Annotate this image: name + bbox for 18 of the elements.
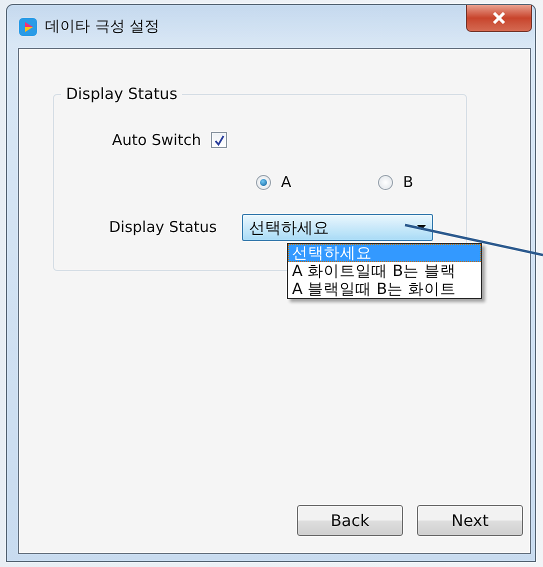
radio-label: B [403, 172, 414, 193]
window-title: 데이타 극성 설정 [45, 16, 160, 38]
dropdown-option[interactable]: A 화이트일때 B는 블랙 [288, 262, 481, 280]
radio-label: A [281, 172, 292, 193]
next-button[interactable]: Next [417, 505, 523, 536]
display-status-dropdown[interactable]: 선택하세요 [242, 214, 433, 241]
radio-button[interactable] [256, 174, 271, 190]
close-icon [492, 12, 506, 24]
app-icon [19, 18, 37, 36]
auto-switch-label: Auto Switch [112, 130, 202, 151]
auto-switch-checkbox[interactable] [211, 132, 228, 148]
group-title: Display Status [61, 84, 182, 104]
display-status-label: Display Status [109, 217, 217, 238]
dropdown-option[interactable]: A 블랙일때 B는 화이트 [288, 280, 481, 298]
close-button[interactable] [466, 5, 532, 32]
dropdown-caret-icon [416, 225, 426, 230]
back-button[interactable]: Back [297, 505, 403, 536]
radio-button[interactable] [378, 174, 393, 190]
